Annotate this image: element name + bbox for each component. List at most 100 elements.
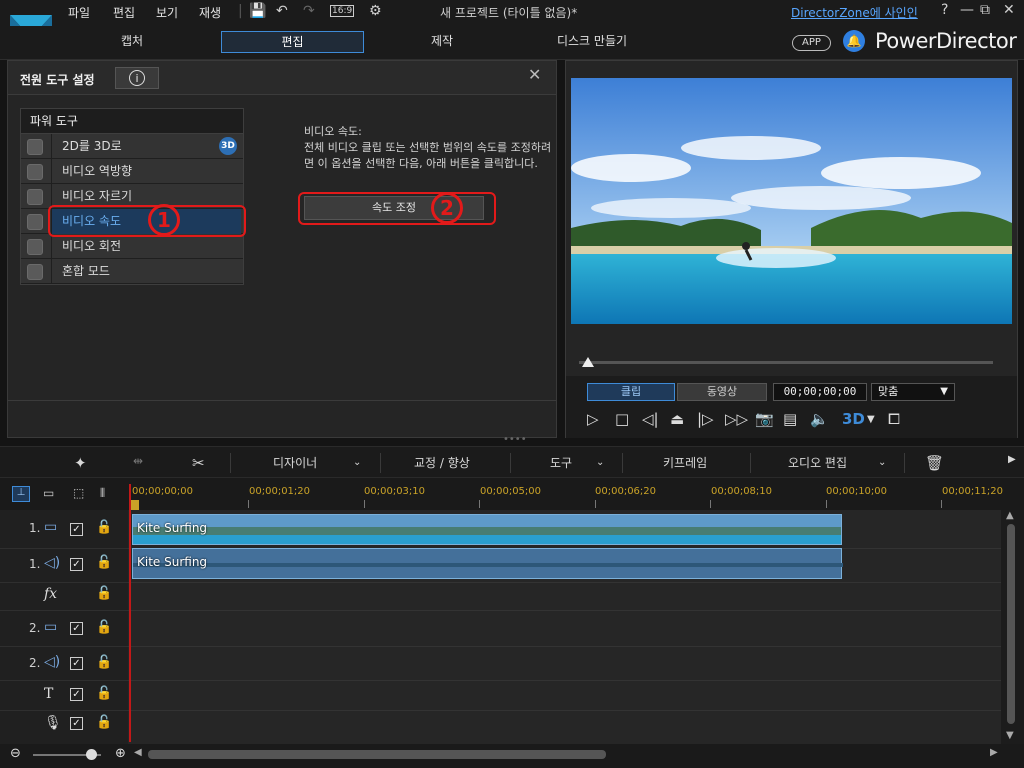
scroll-thumb[interactable] [1007,524,1015,724]
horizontal-scroll-thumb[interactable] [148,750,606,759]
zoom-in-icon[interactable]: ⊕ [115,746,126,761]
tool-checkbox[interactable] [27,189,43,205]
previous-frame-icon[interactable]: ◁| [642,410,659,428]
close-window-icon[interactable]: ✕ [1003,2,1015,18]
volume-icon[interactable]: 🔈 [810,410,829,428]
undo-icon[interactable]: ↶ [276,3,288,19]
tab-capture[interactable]: 캡처 [80,31,184,53]
tab-produce[interactable]: 제작 [390,31,494,53]
fit-timeline-icon[interactable]: ⬚ [73,486,84,500]
tools-menu[interactable]: 도구 [550,454,572,471]
timecode-field[interactable]: 00;00;00;00 [773,383,867,401]
snapshot-camera-icon[interactable]: 📷 [755,410,774,428]
3d-dropdown-icon[interactable]: ▼ [867,414,875,425]
audio-dropdown-icon[interactable]: ⌄ [878,457,886,468]
track-lock-icon[interactable]: 🔓 [96,715,112,730]
tool-row-video-rotate[interactable]: 비디오 회전 [21,234,243,259]
split-marker-icon[interactable]: ⏏ [670,410,684,428]
timeline-ruler[interactable]: ⊥ ▭ ⬚ ⫴ 00;00;00;00 00;00;01;20 00;00;03… [0,478,1024,510]
preview-scrubber-track[interactable] [579,361,993,364]
zoom-out-icon[interactable]: ⊖ [10,746,21,761]
redo-icon[interactable]: ↷ [303,3,315,19]
scroll-down-icon[interactable]: ▼ [1006,730,1014,741]
audio-clip[interactable]: Kite Surfing [132,548,843,579]
menu-edit[interactable]: 편집 [113,4,135,21]
track-lock-icon[interactable]: 🔓 [96,686,112,701]
subtitle-icon[interactable]: ▤ [783,410,797,428]
tool-row-blend-mode[interactable]: 혼합 모드 [21,259,243,284]
keyframe-button[interactable]: 키프레임 [663,454,707,471]
cut-scissors-icon[interactable]: ✂ [192,454,205,472]
movie-mode-button[interactable]: 동영상 [677,383,767,401]
track-headers: 1. ▭ ✓ 🔓 1. ◁) ✓ 🔓 fx 🔓 2. ▭ ✓ 🔓 2. ◁) ✓… [0,510,128,744]
notification-bell-icon[interactable]: 🔔 [843,30,865,52]
tool-checkbox[interactable] [27,214,43,230]
split-clip-icon[interactable]: ⇹ [133,454,143,468]
tool-checkbox[interactable] [27,264,43,280]
tool-checkbox[interactable] [27,239,43,255]
info-button[interactable]: i [115,67,159,89]
stop-icon[interactable]: □ [615,410,629,428]
undock-preview-icon[interactable]: ⧠ [888,410,900,428]
track-lock-icon[interactable]: 🔓 [96,586,112,601]
close-panel-icon[interactable]: ✕ [528,65,541,84]
track-lock-icon[interactable]: 🔓 [96,520,112,535]
menu-file[interactable]: 파일 [68,4,90,21]
markers-icon[interactable]: ⫴ [100,486,105,501]
menu-play[interactable]: 재생 [199,4,221,21]
tool-checkbox[interactable] [27,164,43,180]
track-lock-icon[interactable]: 🔓 [96,555,112,570]
scroll-up-icon[interactable]: ▲ [1006,510,1014,521]
restore-icon[interactable]: ⧉ [980,2,990,18]
tool-row-2d-to-3d[interactable]: 2D를 3D로 3D [21,134,243,159]
save-icon[interactable]: 💾 [249,3,266,19]
menu-view[interactable]: 보기 [156,4,178,21]
track-enable-checkbox[interactable]: ✓ [70,717,83,730]
track-enable-checkbox[interactable]: ✓ [70,523,83,536]
track-enable-checkbox[interactable]: ✓ [70,558,83,571]
track-enable-checkbox[interactable]: ✓ [70,688,83,701]
audio-edit-menu[interactable]: 오디오 편집 [788,454,847,471]
zoom-slider-handle[interactable] [86,749,97,760]
video-clip[interactable]: Kite Surfing [132,514,842,545]
fast-forward-icon[interactable]: ▷▷ [725,410,748,428]
settings-gear-icon[interactable]: ⚙ [369,3,382,19]
play-icon[interactable]: ▷ [587,410,599,428]
aspect-ratio-icon[interactable]: 16:9 [330,5,355,17]
timeline-playhead[interactable] [129,484,131,742]
track-lock-icon[interactable]: 🔓 [96,655,112,670]
clip-mode-button[interactable]: 클립 [587,383,675,401]
tool-row-video-reverse[interactable]: 비디오 역방향 [21,159,243,184]
storyboard-mode-icon[interactable]: ▭ [43,486,54,500]
tab-create-disc[interactable]: 디스크 만들기 [530,31,654,53]
tools-dropdown-icon[interactable]: ⌄ [596,457,604,468]
panel-splitter[interactable]: •••• [0,434,1024,446]
timeline-vertical-scrollbar[interactable]: ▲ ▼ [1001,510,1024,744]
more-arrow-icon[interactable]: ▶ [1008,454,1016,465]
track-enable-checkbox[interactable]: ✓ [70,657,83,670]
delete-trash-icon[interactable]: 🗑 [925,454,944,472]
scroll-right-icon[interactable]: ▶ [990,747,998,758]
splitter-grip-icon[interactable]: •••• [503,434,527,445]
zoom-fit-select[interactable]: 맞춤 ▼ [871,383,955,401]
designer-dropdown-icon[interactable]: ⌄ [353,457,361,468]
track-enable-checkbox[interactable]: ✓ [70,622,83,635]
scroll-left-icon[interactable]: ◀ [134,747,142,758]
app-button[interactable]: APP [792,35,831,51]
designer-menu[interactable]: 디자이너 [273,454,317,471]
divider [904,453,905,473]
timeline-mode-icon[interactable]: ⊥ [12,486,30,502]
scrubber-handle[interactable] [582,357,594,367]
minimize-icon[interactable]: — [960,2,974,18]
3d-mode-icon[interactable]: 3D [842,410,865,428]
playhead-marker-icon[interactable] [130,500,139,510]
help-icon[interactable]: ? [941,2,948,18]
directorzone-signin-link[interactable]: DirectorZone에 사인인 [791,4,918,21]
tab-edit[interactable]: 편집 [221,31,364,53]
next-frame-icon[interactable]: |▷ [697,410,714,428]
tool-checkbox[interactable] [27,139,43,155]
fix-enhance-button[interactable]: 교정 / 향상 [414,454,470,471]
magic-tools-icon[interactable]: ✦ [74,454,87,472]
timeline-track-area[interactable]: Kite Surfing Kite Surfing [128,510,1001,744]
track-lock-icon[interactable]: 🔓 [96,620,112,635]
